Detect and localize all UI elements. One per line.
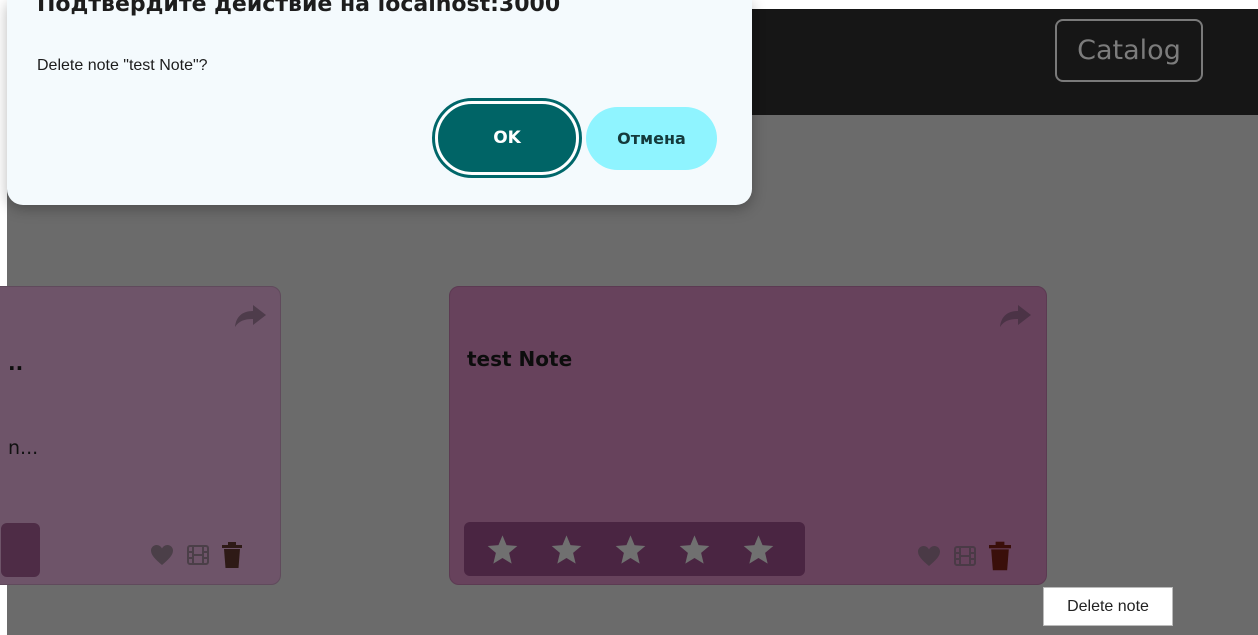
note-title: test Note: [467, 347, 573, 371]
trash-icon[interactable]: [222, 542, 242, 568]
film-icon[interactable]: [187, 545, 209, 565]
rating-bar: [464, 522, 805, 576]
note-title: ..: [8, 351, 24, 375]
note-card: .. n...: [0, 286, 281, 585]
star-icon[interactable]: [742, 534, 775, 565]
note-actions: [150, 542, 242, 568]
confirm-dialog: Подтвердите действие на localhost:3000 D…: [7, 0, 752, 205]
delete-note-tooltip: Delete note: [1043, 587, 1173, 626]
share-icon[interactable]: [233, 303, 267, 329]
note-text: n...: [8, 437, 39, 459]
note-actions: [917, 541, 1011, 571]
film-icon[interactable]: [954, 546, 976, 566]
star-icon[interactable]: [678, 534, 711, 565]
dialog-message: Delete note "test Note"?: [37, 57, 208, 74]
dialog-title: Подтвердите действие на localhost:3000: [37, 0, 561, 17]
share-icon[interactable]: [998, 303, 1032, 329]
trash-icon[interactable]: [989, 541, 1011, 571]
star-icon[interactable]: [550, 534, 583, 565]
rating-bar: [1, 523, 40, 577]
heart-icon[interactable]: [917, 545, 941, 567]
note-card: test Note: [449, 286, 1047, 585]
heart-icon[interactable]: [150, 544, 174, 566]
ok-button[interactable]: OK: [432, 98, 582, 178]
star-icon[interactable]: [614, 534, 647, 565]
catalog-button[interactable]: Catalog: [1055, 19, 1203, 82]
star-icon[interactable]: [486, 534, 519, 565]
cancel-button[interactable]: Отмена: [586, 107, 717, 170]
